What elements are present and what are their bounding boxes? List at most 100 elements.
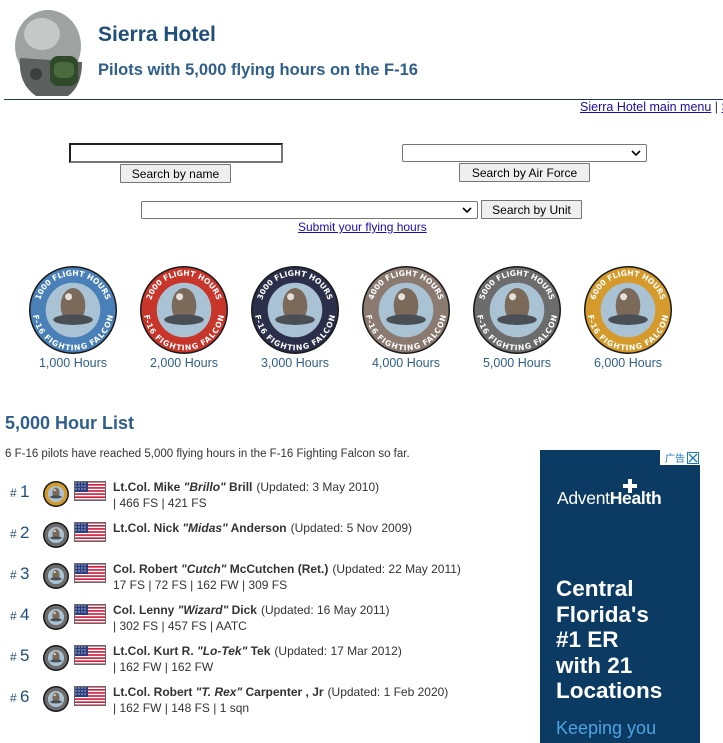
flight-hours-badge[interactable]: 3000 FLIGHT HOURS F-16 FIGHTING FALCON 3,… — [248, 265, 342, 370]
pilot-name[interactable]: Col. Robert "Cutch" McCutchen (Ret.) (Upd… — [113, 562, 461, 576]
rank-prefix: # — [10, 527, 21, 541]
flight-hours-badge-icon — [43, 563, 69, 589]
pilot-name[interactable]: Lt.Col. Kurt R. "Lo-Tek" Tek (Updated: 17… — [113, 644, 402, 658]
pilot-badge — [42, 603, 70, 636]
pilot-badge — [42, 521, 70, 554]
flight-hours-badge[interactable]: 6000 FLIGHT HOURS F-16 FIGHTING FALCON 6,… — [581, 265, 675, 370]
pilot-name[interactable]: Lt.Col. Mike "Brillo" Brill (Updated: 3 M… — [113, 480, 379, 494]
flight-hours-badge-icon: 3000 FLIGHT HOURS F-16 FIGHTING FALCON — [251, 266, 339, 354]
ad-choices-label: 广告 — [665, 454, 685, 465]
rank-number: 6 — [20, 687, 30, 706]
pilot-nickname: "Lo-Tek" — [197, 644, 248, 658]
advertisement[interactable]: 广告 AdventHealth Central Florida's #1 ER … — [540, 450, 700, 743]
pilot-surname: Dick — [228, 603, 257, 617]
pilot-badge — [42, 644, 70, 677]
rank-number: 1 — [20, 482, 30, 501]
pilot-units: | 162 FW | 162 FW — [113, 660, 214, 674]
list-heading: 5,000 Hour List — [5, 413, 135, 433]
rank-number: 2 — [20, 523, 30, 542]
pilot-badge — [42, 480, 70, 513]
pilot-units: 17 FS | 72 FS | 162 FW | 309 FS — [113, 578, 288, 592]
pilot-nickname: "Wizard" — [177, 603, 229, 617]
site-header: Sierra Hotel Pilots with 5,000 flying ho… — [0, 0, 723, 114]
flight-hours-badge-icon — [43, 481, 69, 507]
us-flag-icon — [74, 481, 106, 501]
pilot-units: | 466 FS | 421 FS — [113, 496, 207, 510]
pilot-name[interactable]: Col. Lenny "Wizard" Dick (Updated: 16 May… — [113, 603, 390, 617]
close-icon[interactable] — [687, 451, 699, 464]
flight-hours-badge-icon: 6000 FLIGHT HOURS F-16 FIGHTING FALCON — [584, 266, 672, 354]
flight-hours-badge-icon — [43, 645, 69, 671]
ad-logo-light: Advent — [557, 488, 610, 508]
rank-prefix: # — [10, 609, 21, 623]
pilot-rank: # 4 — [10, 605, 29, 625]
pilot-nickname: "Cutch" — [181, 562, 227, 576]
site-title: Sierra Hotel — [98, 23, 216, 46]
rank-prefix: # — [10, 650, 21, 664]
list-intro: 6 F-16 pilots have reached 5,000 flying … — [5, 448, 410, 460]
flight-hours-badge[interactable]: 5000 FLIGHT HOURS F-16 FIGHTING FALCON 5,… — [470, 265, 564, 370]
ad-choices[interactable]: 广告 — [660, 450, 700, 465]
pilot-row[interactable]: # 6 Lt.Col. Robert "T. Rex" Carpenter , … — [10, 685, 530, 723]
pilot-row[interactable]: # 2 Lt.Col. Nick "Midas" Anderson (Update… — [10, 521, 530, 559]
search-by-unit-button[interactable]: Search by Unit — [481, 200, 582, 219]
top-nav: Sierra Hotel main menu | S — [580, 100, 723, 114]
badge-label[interactable]: 2,000 Hours — [137, 356, 231, 370]
pilot-name[interactable]: Lt.Col. Robert "T. Rex" Carpenter , Jr (U… — [113, 685, 448, 699]
flight-hours-badge[interactable]: 4000 FLIGHT HOURS F-16 FIGHTING FALCON 4,… — [359, 265, 453, 370]
pilot-row[interactable]: # 3 Col. Robert "Cutch" McCutchen (Ret.)… — [10, 562, 530, 600]
pilot-surname: Brill — [225, 480, 253, 494]
pilot-row[interactable]: # 1 Lt.Col. Mike "Brillo" Brill (Updated:… — [10, 480, 530, 518]
flight-hours-badge-icon: 1000 FLIGHT HOURS F-16 FIGHTING FALCON — [29, 266, 117, 354]
pilot-row[interactable]: # 4 Col. Lenny "Wizard" Dick (Updated: 16… — [10, 603, 530, 641]
pilot-rank-name: Lt.Col. Kurt R. — [113, 644, 197, 658]
ad-logo-cross-icon — [623, 479, 637, 493]
pilot-rank: # 1 — [10, 482, 29, 502]
pilot-updated: (Updated: 17 Mar 2012) — [274, 644, 402, 658]
badge-label[interactable]: 3,000 Hours — [248, 356, 342, 370]
flight-hours-badge-icon — [43, 522, 69, 548]
search-by-air-force-button[interactable]: Search by Air Force — [459, 163, 590, 182]
flight-hours-badge[interactable]: 1000 FLIGHT HOURS F-16 FIGHTING FALCON 1,… — [26, 265, 120, 370]
unit-select[interactable] — [141, 201, 478, 219]
pilot-rank: # 2 — [10, 523, 29, 543]
pilot-surname: Carpenter , Jr — [242, 685, 324, 699]
pilot-updated: (Updated: 5 Nov 2009) — [290, 521, 413, 535]
main-menu-link[interactable]: Sierra Hotel main menu — [580, 100, 711, 114]
ad-headline-line: Florida's — [556, 601, 649, 627]
air-force-select[interactable] — [402, 144, 647, 162]
badge-label[interactable]: 4,000 Hours — [359, 356, 453, 370]
us-flag-icon — [74, 563, 106, 583]
ad-cta: Keeping you — [556, 718, 657, 738]
flight-hours-badge-icon — [43, 686, 69, 712]
badge-label[interactable]: 1,000 Hours — [26, 356, 120, 370]
pilot-surname: Anderson — [227, 521, 287, 535]
search-by-name-button[interactable]: Search by name — [120, 164, 231, 183]
name-search-input[interactable] — [69, 143, 283, 163]
pilot-updated: (Updated: 1 Feb 2020) — [327, 685, 449, 699]
us-flag-icon — [74, 686, 106, 706]
pilot-rank: # 6 — [10, 687, 29, 707]
pilot-rank-name: Lt.Col. Robert — [113, 685, 196, 699]
flight-hours-badge-icon: 2000 FLIGHT HOURS F-16 FIGHTING FALCON — [140, 266, 228, 354]
submit-flying-hours-link[interactable]: Submit your flying hours — [298, 220, 427, 234]
pilot-rank: # 3 — [10, 564, 29, 584]
pilot-row[interactable]: # 5 Lt.Col. Kurt R. "Lo-Tek" Tek (Updated… — [10, 644, 530, 682]
pilot-rank-name: Lt.Col. Nick — [113, 521, 183, 535]
pilot-rank-name: Lt.Col. Mike — [113, 480, 184, 494]
page-subtitle: Pilots with 5,000 flying hours on the F-… — [98, 61, 418, 79]
flight-hours-badge[interactable]: 2000 FLIGHT HOURS F-16 FIGHTING FALCON 2,… — [137, 265, 231, 370]
ad-headline-line: #1 ER — [556, 627, 619, 652]
us-flag-icon — [74, 645, 106, 665]
pilot-nickname: "Brillo" — [183, 480, 226, 494]
flight-hours-badge-icon: 5000 FLIGHT HOURS F-16 FIGHTING FALCON — [473, 266, 561, 354]
pilot-nickname: "T. Rex" — [195, 685, 243, 699]
pilot-name[interactable]: Lt.Col. Nick "Midas" Anderson (Updated: 5… — [113, 521, 412, 535]
flight-hours-badge-icon — [43, 604, 69, 630]
ad-headline-line: with 21 — [556, 652, 633, 678]
badge-label[interactable]: 6,000 Hours — [581, 356, 675, 370]
pilot-updated: (Updated: 3 May 2010) — [256, 480, 380, 494]
rank-number: 3 — [20, 564, 30, 583]
ad-headline: Central Florida's #1 ER with 21 Location… — [556, 576, 662, 704]
badge-label[interactable]: 5,000 Hours — [470, 356, 564, 370]
